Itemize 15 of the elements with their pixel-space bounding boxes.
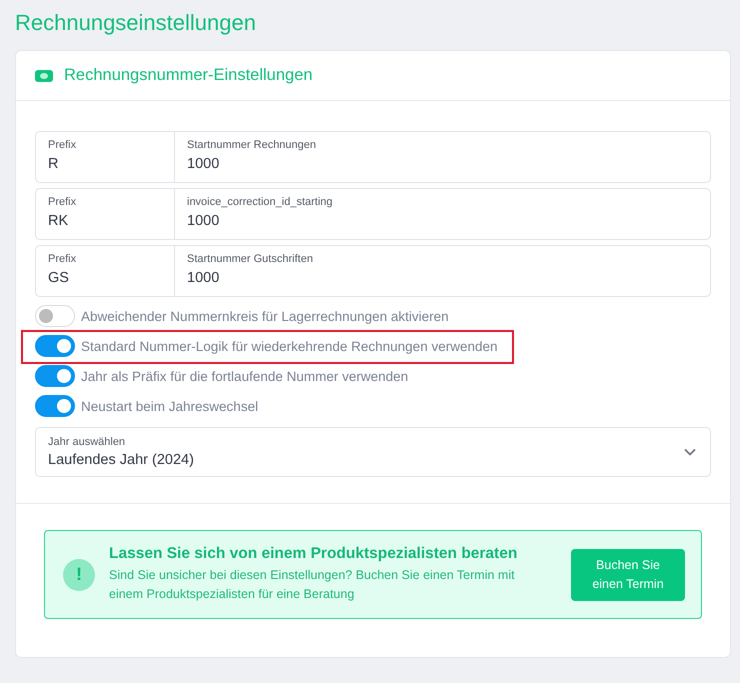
toggle-switch[interactable] xyxy=(35,335,75,357)
toggle-label: Standard Nummer-Logik für wiederkehrende Rechnungen verwenden xyxy=(81,338,498,354)
page-title: Rechnungseinstellungen xyxy=(15,9,257,37)
toggle-label: Neustart beim Jahreswechsel xyxy=(81,398,258,414)
toggle-label: Jahr als Präfix für die fortlaufende Nummer verwenden xyxy=(81,368,408,384)
banknote-icon xyxy=(35,70,53,82)
banner-text: Sind Sie unsicher bei diesen Einstellungen? Buchen Sie einen Termin mit einem Produktspezialisten für eine Beratung xyxy=(109,567,516,603)
toggle-switch[interactable] xyxy=(35,395,75,417)
toggle-switch[interactable] xyxy=(35,365,75,387)
card-title: Rechnungsnummer-Einstellungen xyxy=(64,66,313,85)
toggle-label: Abweichender Nummernkreis für Lagerrechnungen aktivieren xyxy=(81,308,449,324)
exclamation-icon: ! xyxy=(63,558,95,590)
banner-title: Lassen Sie sich von einem Produktspezialisten beraten xyxy=(109,545,518,563)
chevron-down-icon xyxy=(684,448,696,456)
year-select[interactable]: Jahr auswählen Laufendes Jahr (2024) xyxy=(35,427,711,477)
